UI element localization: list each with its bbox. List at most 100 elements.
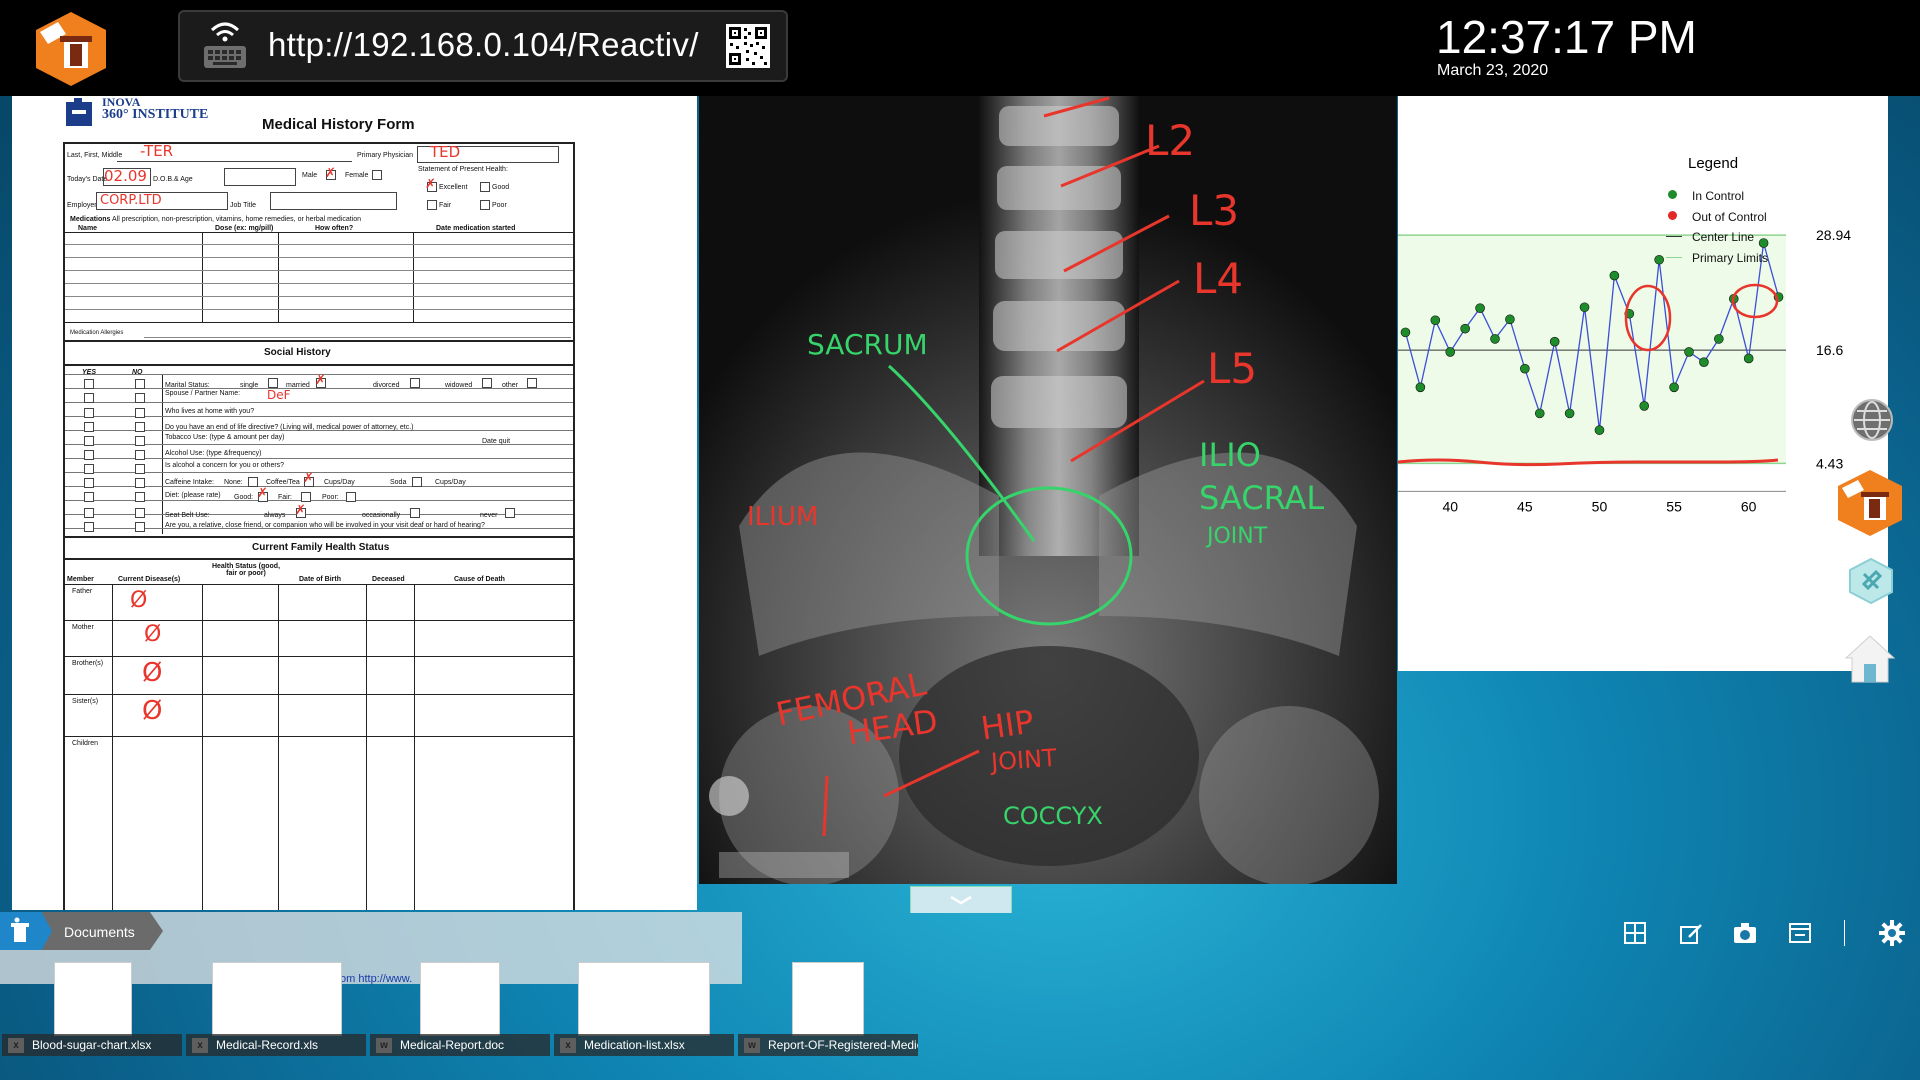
diet-no-checkbox[interactable]: [135, 492, 145, 502]
poor-label: Poor: [492, 202, 507, 209]
alcohol-concern-no-checkbox[interactable]: [135, 464, 145, 474]
spouse-label: Spouse / Partner Name:: [165, 390, 241, 397]
camera-icon[interactable]: [1731, 919, 1759, 947]
qr-code-icon[interactable]: [726, 24, 770, 68]
father-disease-mark: Ø: [130, 588, 148, 613]
tobacco-label: Tobacco Use: (type & amount per day): [165, 434, 285, 441]
url-box[interactable]: http://192.168.0.104/Reactiv/: [178, 10, 788, 82]
diet-poor-checkbox[interactable]: [346, 492, 356, 502]
allergies-field[interactable]: [144, 324, 571, 338]
family-col-sep-2: [202, 584, 203, 910]
diet-yes-checkbox[interactable]: [84, 492, 94, 502]
x-tick-label: 45: [1517, 498, 1533, 514]
seatbelt-yes-checkbox[interactable]: [84, 508, 94, 518]
gear-icon[interactable]: [1878, 919, 1906, 947]
directive-yes-checkbox[interactable]: [84, 422, 94, 432]
who-lives-yes-checkbox[interactable]: [84, 408, 94, 418]
wifi-keyboard-icon[interactable]: [200, 20, 250, 72]
good-checkbox[interactable]: [480, 182, 490, 192]
file-thumb-4[interactable]: x Medication-list.xlsx: [554, 960, 734, 1060]
home-icon[interactable]: [1842, 632, 1898, 686]
marital-yes-checkbox[interactable]: [84, 379, 94, 389]
caffeine-yes-checkbox[interactable]: [84, 478, 94, 488]
diet-good-check-mark: ✗: [257, 486, 268, 501]
file-thumb-2[interactable]: x Medical-Record.xls: [186, 960, 366, 1060]
inova-logo-icon: [66, 98, 92, 126]
social-top-rule: [65, 340, 573, 342]
seatbelt-no-checkbox[interactable]: [135, 508, 145, 518]
col-dose: Dose (ex: mg/pill): [215, 225, 274, 232]
cups-day-label-1: Cups/Day: [324, 479, 355, 486]
social-history-heading: Social History: [264, 347, 331, 358]
member-header: Member: [67, 576, 94, 583]
job-title-field[interactable]: [270, 192, 397, 210]
job-title-label: Job Title: [230, 202, 257, 209]
label-joint: JOINT: [1207, 524, 1268, 549]
tobacco-no-checkbox[interactable]: [135, 436, 145, 446]
data-point: [1684, 347, 1694, 357]
alcohol-no-checkbox[interactable]: [135, 450, 145, 460]
label-hip-joint: JOINT: [990, 743, 1058, 777]
always-label: always: [264, 512, 286, 519]
file-thumb-3-preview: [420, 962, 500, 1036]
file-thumb-3[interactable]: w Medical-Report.doc: [370, 960, 550, 1060]
window-icon[interactable]: [1786, 919, 1814, 947]
col-how-often: How often?: [315, 225, 354, 232]
cause-death-header: Cause of Death: [454, 576, 505, 583]
annotate-icon[interactable]: [1677, 919, 1705, 947]
divorced-checkbox[interactable]: [410, 378, 420, 388]
x-tick-label: 50: [1592, 498, 1608, 514]
fair-checkbox[interactable]: [427, 200, 437, 210]
dob-field[interactable]: [224, 168, 296, 186]
med-table-bottom: [65, 322, 573, 323]
widowed-checkbox[interactable]: [482, 378, 492, 388]
collapse-panel-tab[interactable]: [910, 886, 1012, 913]
deaf-no-checkbox[interactable]: [135, 522, 145, 532]
diet-poor-label: Poor:: [322, 494, 339, 501]
caffeine-no-checkbox[interactable]: [135, 478, 145, 488]
medical-history-form[interactable]: INOVA 360° INSTITUTE Medical History For…: [12, 96, 697, 910]
file-thumb-1[interactable]: x Blood-sugar-chart.xlsx: [2, 960, 182, 1060]
directive-no-checkbox[interactable]: [135, 422, 145, 432]
soda-checkbox[interactable]: [412, 477, 422, 487]
file-thumb-5[interactable]: w Report-OF-Registered-Medical: [738, 960, 918, 1060]
alcohol-yes-checkbox[interactable]: [84, 450, 94, 460]
col-name: Name: [78, 225, 98, 232]
female-checkbox[interactable]: [372, 170, 382, 180]
med-table-rows[interactable]: [65, 232, 573, 322]
x-tick-label: 55: [1666, 498, 1682, 514]
spouse-no-checkbox[interactable]: [135, 393, 145, 403]
who-lives-no-checkbox[interactable]: [135, 408, 145, 418]
data-point: [1460, 323, 1470, 334]
allergies-label: Medication Allergies: [70, 330, 124, 336]
tools-icon[interactable]: [1846, 556, 1896, 606]
xray-image-panel[interactable]: L2 L3 L4 L5 SACRUM ILIO SACRAL JOINT ILI…: [699, 96, 1397, 884]
globe-icon[interactable]: [1850, 398, 1894, 442]
whiteboard-app-icon[interactable]: [1834, 468, 1906, 538]
data-point: [1669, 382, 1679, 393]
documents-tab-icon[interactable]: [0, 912, 52, 950]
soda-label: Soda: [390, 479, 407, 486]
diet-fair-checkbox[interactable]: [301, 492, 311, 502]
coffee-check-mark: ✗: [303, 471, 314, 486]
control-chart-panel[interactable]: 40 45 50 55 60 28.94 16.6 4.43 Legend In Contr…: [1397, 96, 1888, 671]
marital-no-checkbox[interactable]: [135, 379, 145, 389]
alcohol-concern-yes-checkbox[interactable]: [84, 464, 94, 474]
grid-layout-icon[interactable]: [1621, 919, 1649, 947]
sisters-disease-mark: Ø: [142, 696, 163, 726]
todays-date-handwriting: 02.09: [104, 167, 147, 185]
family-col-sep-5: [414, 584, 415, 910]
other-checkbox[interactable]: [527, 378, 537, 388]
occasionally-checkbox[interactable]: [410, 508, 420, 518]
tobacco-yes-checkbox[interactable]: [84, 436, 94, 446]
deaf-yes-checkbox[interactable]: [84, 522, 94, 532]
occasionally-label: occasionally: [362, 512, 401, 519]
spouse-yes-checkbox[interactable]: [84, 393, 94, 403]
single-checkbox[interactable]: [268, 378, 278, 388]
app-logo-icon[interactable]: [30, 8, 112, 90]
never-checkbox[interactable]: [505, 508, 515, 518]
physician-label: Primary Physician: [357, 152, 414, 159]
data-point: [1609, 270, 1620, 281]
poor-checkbox[interactable]: [480, 200, 490, 210]
toolbar-divider: [1844, 920, 1845, 946]
